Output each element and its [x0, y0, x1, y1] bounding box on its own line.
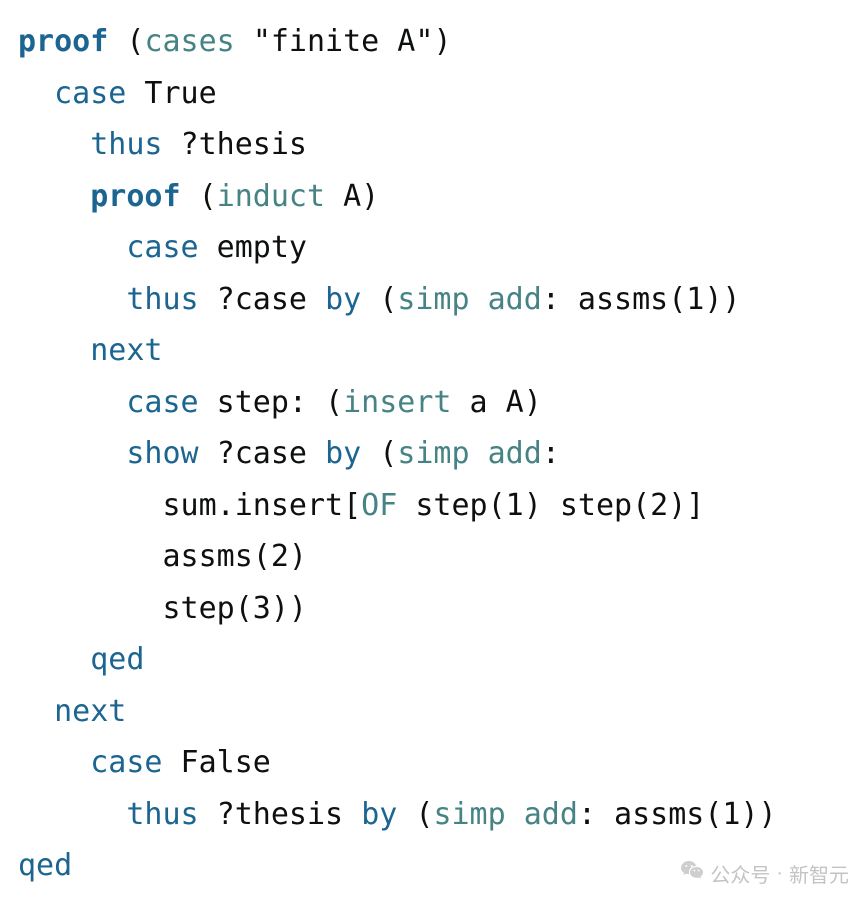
watermark: 公众号 · 新智元 — [680, 858, 849, 888]
code-line: sum.insert[OF step(1) step(2)] — [18, 480, 845, 532]
code-token: False — [163, 745, 271, 780]
code-token — [470, 436, 488, 471]
code-token — [506, 797, 524, 832]
code-line: assms(2) — [18, 531, 845, 583]
code-token: add — [488, 436, 542, 471]
code-token: : assms(1)) — [542, 282, 741, 317]
code-token — [18, 436, 126, 471]
code-token: simp — [433, 797, 505, 832]
code-line: case empty — [18, 222, 845, 274]
code-token: case — [54, 76, 126, 111]
watermark-separator: · — [776, 862, 783, 885]
code-token: simp — [397, 282, 469, 317]
code-token — [470, 282, 488, 317]
code-token: ?case — [199, 436, 325, 471]
code-token: proof — [18, 24, 108, 59]
code-token: ( — [397, 797, 433, 832]
code-line: thus ?case by (simp add: assms(1)) — [18, 274, 845, 326]
code-line: proof (induct A) — [18, 171, 845, 223]
code-line: case True — [18, 68, 845, 120]
code-token: add — [524, 797, 578, 832]
code-line: proof (cases "finite A") — [18, 16, 845, 68]
code-token: ) — [433, 24, 451, 59]
code-token: show — [126, 436, 198, 471]
code-token — [235, 24, 253, 59]
code-token — [18, 745, 90, 780]
code-token: sum.insert[ — [18, 488, 361, 523]
watermark-prefix: 公众号 — [710, 859, 770, 888]
code-line: qed — [18, 634, 845, 686]
code-token: thus — [90, 127, 162, 162]
code-line: thus ?thesis — [18, 119, 845, 171]
code-token — [18, 282, 126, 317]
code-line: next — [18, 686, 845, 738]
code-token — [18, 642, 90, 677]
code-token — [18, 694, 54, 729]
code-token — [18, 127, 90, 162]
code-token: qed — [18, 848, 72, 883]
code-token: empty — [199, 230, 307, 265]
code-token: case — [90, 745, 162, 780]
code-token: next — [54, 694, 126, 729]
watermark-name: 新智元 — [789, 859, 849, 888]
code-token: ?case — [199, 282, 325, 317]
code-line: thus ?thesis by (simp add: assms(1)) — [18, 789, 845, 841]
code-token — [18, 230, 126, 265]
code-token: by — [361, 797, 397, 832]
code-token: : — [542, 436, 560, 471]
code-token: by — [325, 282, 361, 317]
code-token: induct — [217, 179, 325, 214]
code-token: qed — [90, 642, 144, 677]
code-token: ( — [108, 24, 144, 59]
code-token: step(3)) — [18, 591, 307, 626]
code-token: thus — [126, 282, 198, 317]
code-token — [18, 385, 126, 420]
code-line: case False — [18, 737, 845, 789]
code-token: step: ( — [199, 385, 344, 420]
code-token: insert — [343, 385, 451, 420]
code-token: : assms(1)) — [578, 797, 777, 832]
wechat-icon — [680, 858, 710, 888]
code-token: a A) — [452, 385, 542, 420]
code-token: step(1) step(2)] — [397, 488, 704, 523]
code-line: show ?case by (simp add: — [18, 428, 845, 480]
code-line: next — [18, 325, 845, 377]
code-token: case — [126, 230, 198, 265]
code-token: proof — [90, 179, 180, 214]
code-token — [18, 797, 126, 832]
code-token: ?thesis — [199, 797, 362, 832]
code-token: by — [325, 436, 361, 471]
code-token: simp — [397, 436, 469, 471]
code-token: cases — [144, 24, 234, 59]
code-line: step(3)) — [18, 583, 845, 635]
code-token — [18, 76, 54, 111]
code-token — [18, 333, 90, 368]
code-token: case — [126, 385, 198, 420]
code-token: "finite A" — [253, 24, 434, 59]
code-block: proof (cases "finite A") case True thus … — [0, 0, 863, 892]
code-token: next — [90, 333, 162, 368]
code-token: ( — [361, 282, 397, 317]
code-token: assms(2) — [18, 539, 307, 574]
code-token: thus — [126, 797, 198, 832]
code-token: ( — [181, 179, 217, 214]
code-token: add — [488, 282, 542, 317]
code-token: OF — [361, 488, 397, 523]
code-token — [18, 179, 90, 214]
code-token: ( — [361, 436, 397, 471]
code-token: A) — [325, 179, 379, 214]
code-line: case step: (insert a A) — [18, 377, 845, 429]
code-token: True — [126, 76, 216, 111]
code-token: ?thesis — [163, 127, 308, 162]
